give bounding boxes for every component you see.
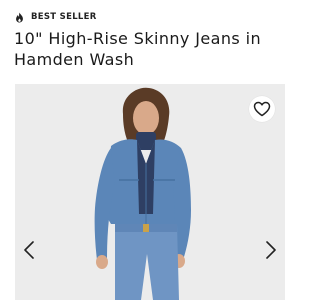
product-title: 10" High-Rise Skinny Jeans in Hamden Was… bbox=[14, 29, 261, 69]
favorite-button[interactable] bbox=[249, 96, 275, 122]
product-photo bbox=[15, 84, 285, 300]
best-seller-label: BEST SELLER bbox=[31, 12, 97, 22]
next-image-button[interactable] bbox=[263, 240, 279, 260]
heart-icon bbox=[253, 101, 271, 117]
product-page: BEST SELLER 10" High-Rise Skinny Jeans i… bbox=[0, 0, 300, 300]
flame-icon bbox=[16, 12, 23, 22]
product-image-gallery[interactable] bbox=[15, 84, 285, 300]
chevron-left-icon bbox=[24, 241, 34, 259]
best-seller-badge: BEST SELLER bbox=[15, 10, 97, 24]
chevron-right-icon bbox=[266, 241, 276, 259]
previous-image-button[interactable] bbox=[21, 240, 37, 260]
